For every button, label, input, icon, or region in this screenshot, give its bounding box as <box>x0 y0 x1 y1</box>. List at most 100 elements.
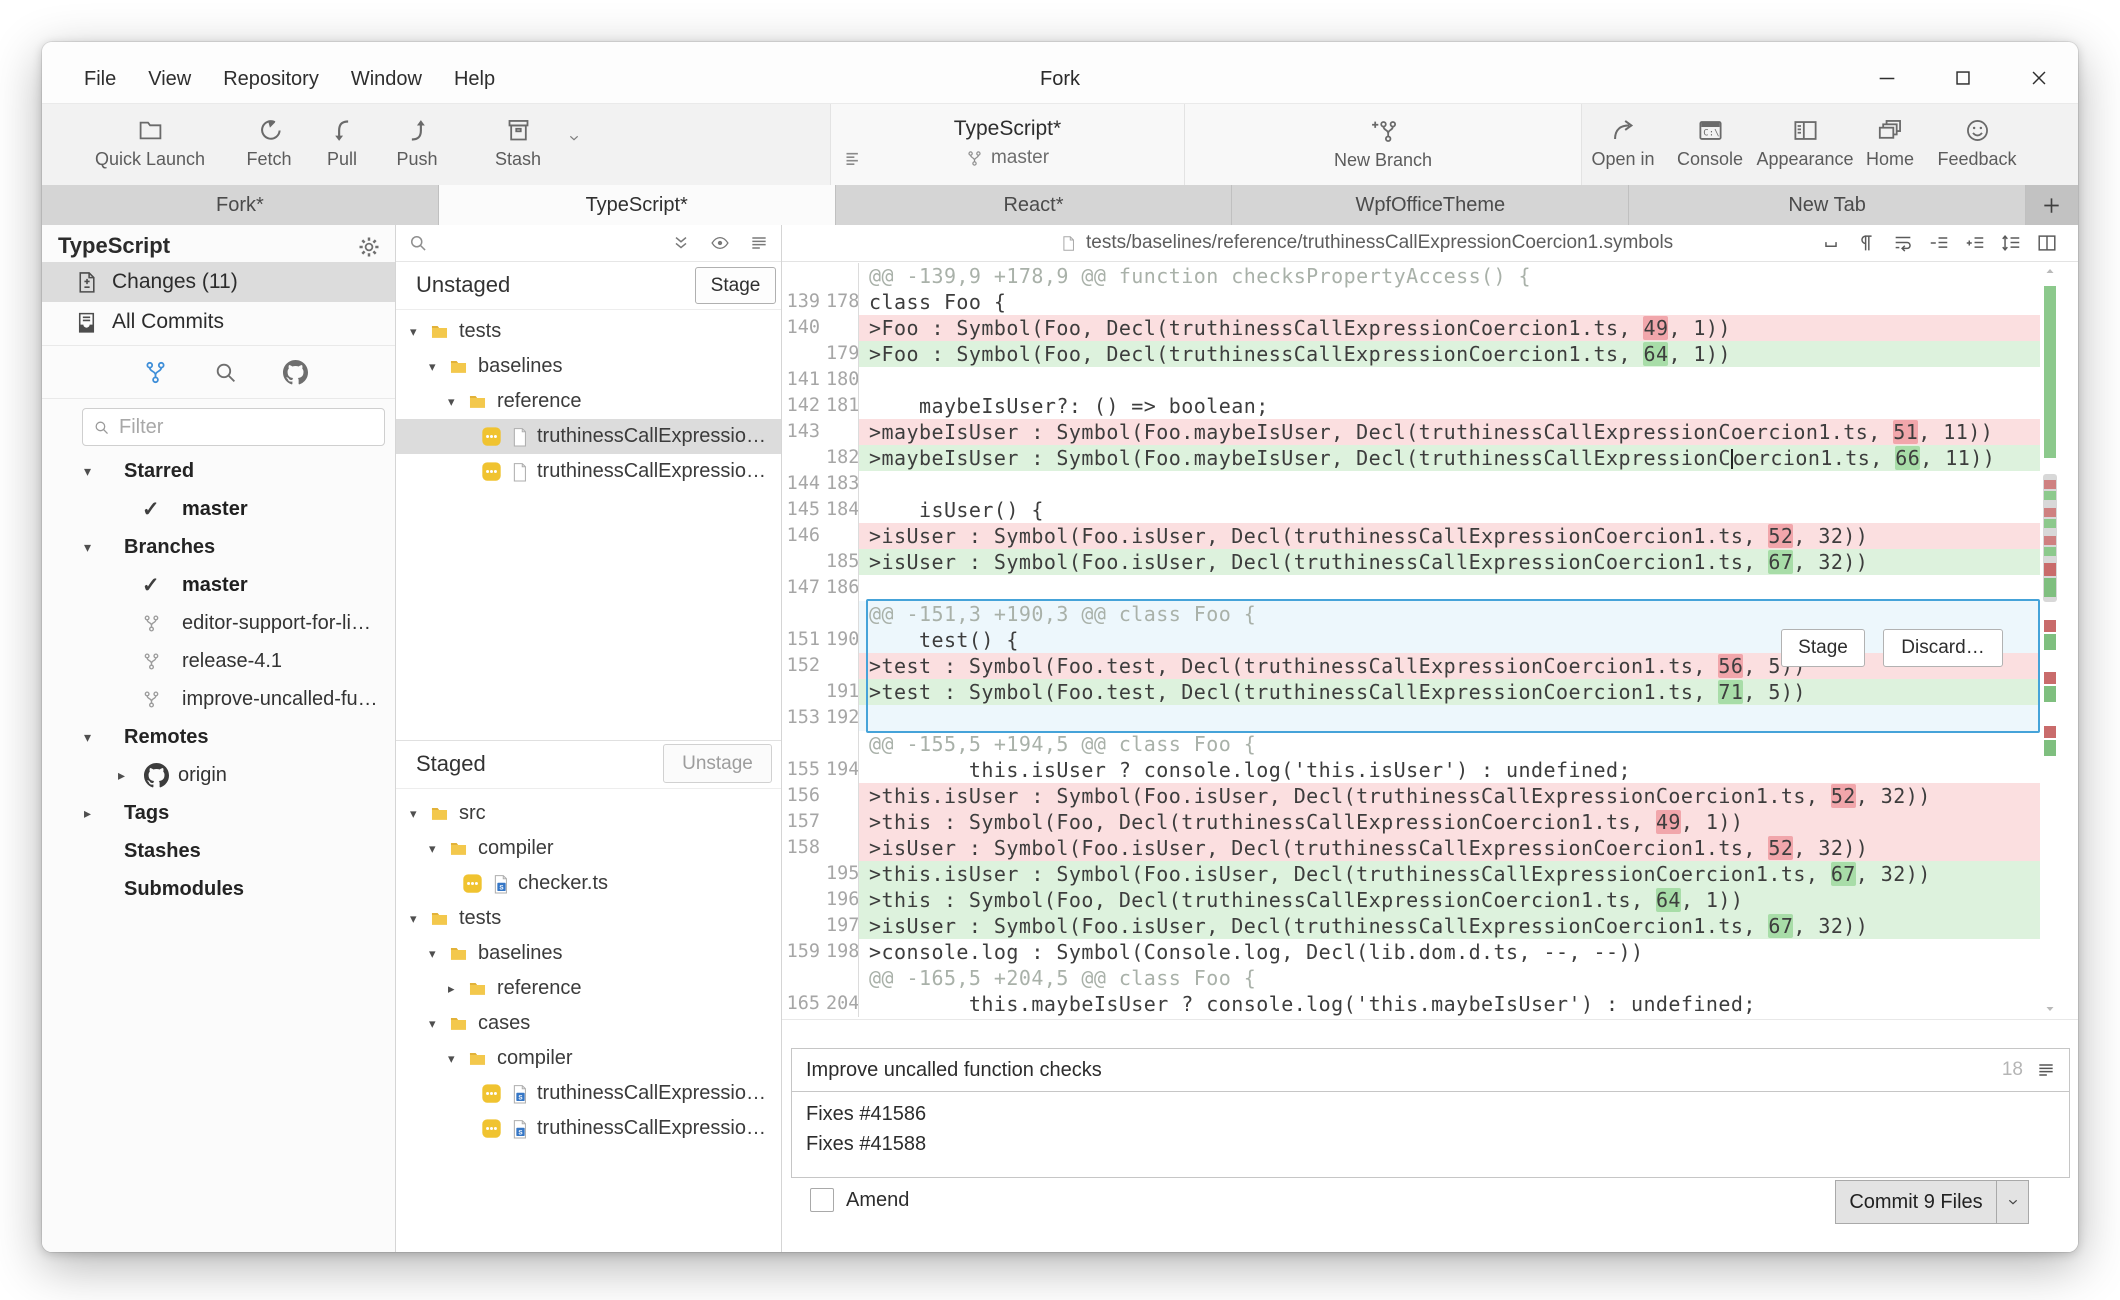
sidebar-tree-submodules[interactable]: Submodules <box>42 870 395 908</box>
sidebar-tree-branches[interactable]: ▾ Branches <box>42 528 395 566</box>
unstaged-folder-baselines[interactable]: ▾ baselines <box>396 349 781 384</box>
commit-message-body[interactable]: Fixes #41586 Fixes #41588 <box>791 1091 2070 1178</box>
staged-file-checker-ts[interactable]: Schecker.ts <box>396 866 781 901</box>
commit-button[interactable]: Commit 9 Files <box>1835 1180 1997 1224</box>
sidebar-mode-branches[interactable] <box>120 349 190 395</box>
repo-list-icon[interactable] <box>843 148 864 169</box>
view-options-icon[interactable] <box>749 233 769 253</box>
tree-item-label: editor-support-for-li… <box>182 611 371 634</box>
subject-options-icon[interactable] <box>2036 1049 2056 1091</box>
split-view-icon[interactable] <box>2036 232 2058 254</box>
old-line-number <box>782 731 826 757</box>
commit-subject-field[interactable]: Improve uncalled function checks 18 <box>791 1048 2070 1092</box>
diff-scrollbar[interactable] <box>2042 263 2058 1019</box>
branch-icon <box>142 652 182 671</box>
scroll-down-arrow-icon[interactable] <box>2044 1003 2056 1015</box>
check-icon: ✓ <box>142 497 160 521</box>
unstaged-file-truthinesscallexpression[interactable]: truthinessCallExpression… <box>396 454 781 489</box>
new-line-number: 191 <box>826 681 860 702</box>
folder-icon <box>447 1014 470 1033</box>
sidebar-mode-github[interactable] <box>260 349 330 395</box>
toolbar-feedback-button[interactable]: Feedback <box>1922 115 2032 170</box>
increase-context-icon[interactable] <box>1964 232 1986 254</box>
sidebar-mode-search[interactable] <box>190 349 260 395</box>
sidebar-tree-stashes[interactable]: Stashes <box>42 832 395 870</box>
staged-folder-reference[interactable]: ▸ reference <box>396 971 781 1006</box>
new-line-number <box>826 809 858 835</box>
old-line-number: 140 <box>786 317 820 338</box>
folder-icon <box>447 944 470 963</box>
unstage-button[interactable]: Unstage <box>663 744 772 783</box>
staged-folder-cases[interactable]: ▾ cases <box>396 1006 781 1041</box>
toolbar-stash-button[interactable]: Stash <box>478 115 579 170</box>
new-branch-button[interactable]: New Branch <box>1185 104 1582 185</box>
sidebar-remote-origin[interactable]: ▸ origin <box>42 756 395 794</box>
toolbar-quick-launch-button[interactable]: Quick Launch <box>85 115 215 170</box>
chevron-down-icon: ▾ <box>410 805 417 821</box>
change-overview-mark <box>2044 491 2056 500</box>
sidebar-branch-editor-support-for-li[interactable]: editor-support-for-li… <box>42 604 395 642</box>
minimize-button[interactable] <box>1862 61 1912 95</box>
sidebar-tree-tags[interactable]: ▸ Tags <box>42 794 395 832</box>
chevron-down-icon[interactable] <box>566 130 582 146</box>
sidebar-item-changes-11[interactable]: Changes (11) <box>42 262 395 302</box>
unstaged-folder-reference[interactable]: ▾ reference <box>396 384 781 419</box>
sidebar-branch-master[interactable]: ✓ master <box>42 566 395 604</box>
toolbar-push-button[interactable]: Push <box>377 115 457 170</box>
modified-badge-icon <box>481 461 502 482</box>
old-line-number: 165 <box>786 993 820 1014</box>
sidebar-tree-remotes[interactable]: ▾ Remotes <box>42 718 395 756</box>
sidebar-item-all-commits[interactable]: All Commits <box>42 302 395 342</box>
amend-checkbox[interactable] <box>810 1188 834 1212</box>
scroll-up-arrow-icon[interactable] <box>2044 265 2056 277</box>
toolbar-fetch-button[interactable]: Fetch <box>229 115 309 170</box>
tab-fork[interactable]: Fork* <box>42 185 439 225</box>
collapse-all-icon[interactable] <box>671 233 691 253</box>
toolbar-pull-button[interactable]: Pull <box>302 115 382 170</box>
close-button[interactable] <box>2014 61 2064 95</box>
staged-file-truthinesscallexpression[interactable]: StruthinessCallExpression… <box>396 1076 781 1111</box>
decrease-context-icon[interactable] <box>1928 232 1950 254</box>
staged-folder-tests[interactable]: ▾ tests <box>396 901 781 936</box>
paragraph-marks-icon[interactable] <box>1856 232 1878 254</box>
diff-line-text: this.isUser ? console.log('this.isUser')… <box>858 757 2040 783</box>
show-whitespace-icon[interactable] <box>1820 232 1842 254</box>
tab-react[interactable]: React* <box>835 185 1233 225</box>
unstaged-folder-tests[interactable]: ▾ tests <box>396 314 781 349</box>
staged-folder-compiler[interactable]: ▾ compiler <box>396 831 781 866</box>
diff-file-path-group: tests/baselines/reference/truthinessCall… <box>1060 225 1673 261</box>
new-tab-plus-button[interactable] <box>2025 185 2078 225</box>
new-line-number: 196 <box>826 889 860 910</box>
stage-button[interactable]: Stage <box>695 267 776 304</box>
filter-input[interactable]: Filter <box>82 408 385 446</box>
gear-icon[interactable] <box>357 235 381 259</box>
line-spacing-icon[interactable] <box>2000 232 2022 254</box>
sidebar-branch-improve-uncalled-fu[interactable]: improve-uncalled-fu… <box>42 680 395 718</box>
commit-options-chevron[interactable] <box>1996 1180 2029 1224</box>
eye-icon[interactable] <box>710 233 730 253</box>
staged-folder-compiler[interactable]: ▾ compiler <box>396 1041 781 1076</box>
old-line-number: 155 <box>786 759 820 780</box>
github-icon <box>144 762 178 788</box>
sidebar-branch-release-4-1[interactable]: release-4.1 <box>42 642 395 680</box>
staged-folder-baselines[interactable]: ▾ baselines <box>396 936 781 971</box>
hunk-discard-button[interactable]: Discard… <box>1883 629 2003 667</box>
sidebar-tree-starred[interactable]: ▾ Starred <box>42 452 395 490</box>
tree-item-label: compiler <box>478 837 554 859</box>
search-icon <box>408 233 428 253</box>
hunk-stage-button[interactable]: Stage <box>1781 629 1865 667</box>
staged-file-truthinesscallexpression[interactable]: StruthinessCallExpression… <box>396 1111 781 1146</box>
staged-folder-src[interactable]: ▾ src <box>396 796 781 831</box>
sidebar-branch-master[interactable]: ✓ master <box>42 490 395 528</box>
tab-wpfofficetheme[interactable]: WpfOfficeTheme <box>1232 185 1630 225</box>
tab-typescript[interactable]: TypeScript* <box>438 185 836 225</box>
repository-selector[interactable]: TypeScript* master <box>830 104 1185 185</box>
diff-row: 155 194 this.isUser ? console.log('this.i… <box>782 757 2078 783</box>
new-line-number: 192 <box>826 707 860 728</box>
file-search-bar[interactable] <box>396 225 781 262</box>
unstaged-file-truthinesscallexpression[interactable]: truthinessCallExpression… <box>396 419 781 454</box>
tab-new-tab[interactable]: New Tab <box>1629 185 2026 225</box>
word-wrap-icon[interactable] <box>1892 232 1914 254</box>
maximize-button[interactable] <box>1938 61 1988 95</box>
tree-item-label: tests <box>459 907 502 929</box>
